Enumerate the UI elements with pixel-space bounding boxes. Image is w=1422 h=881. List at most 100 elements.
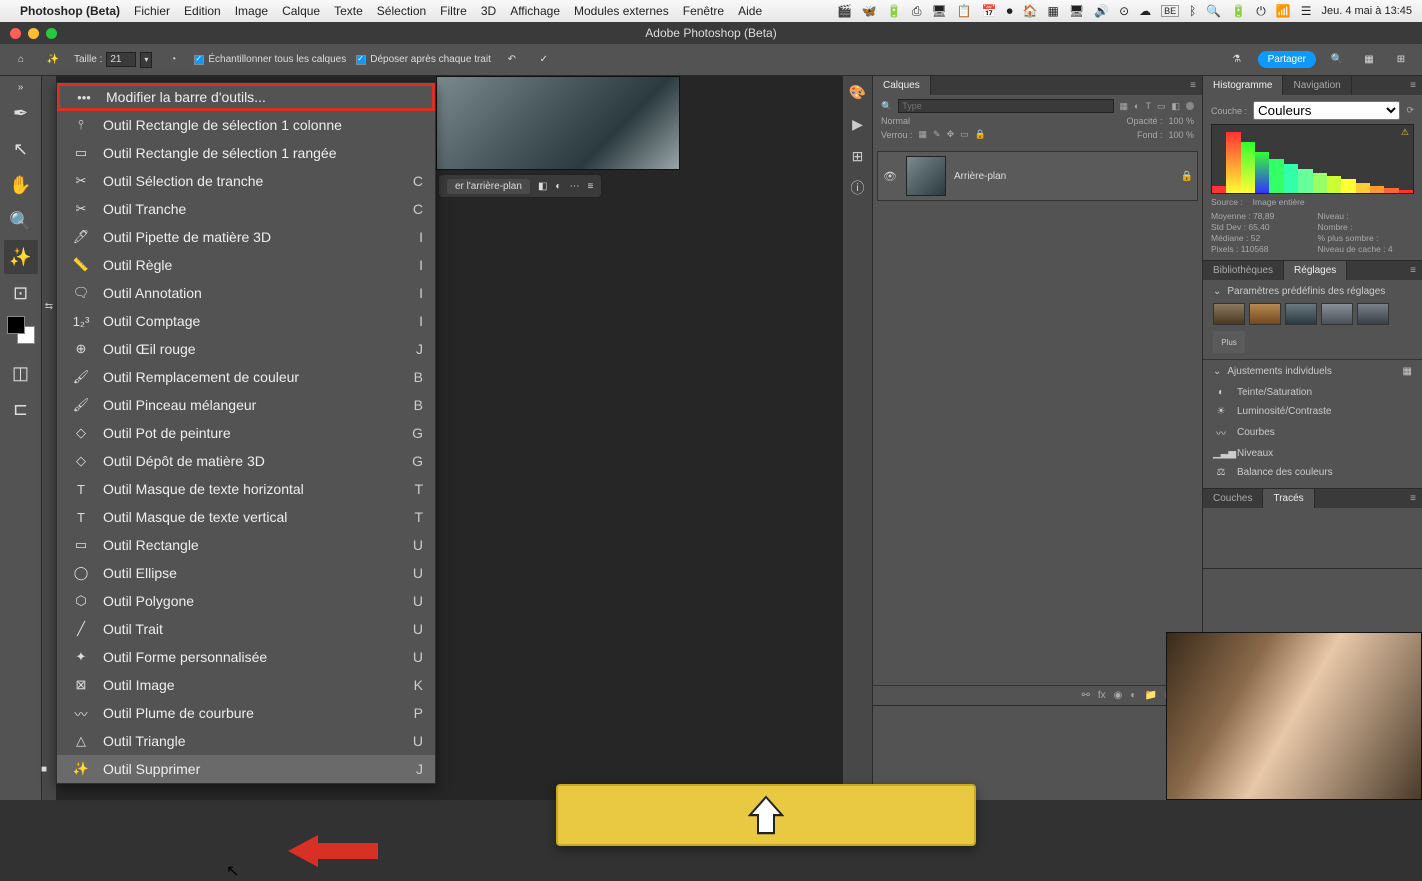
bluetooth-icon[interactable]: ᛒ <box>1189 4 1196 18</box>
tool-menu-item[interactable]: 1₂³Outil ComptageI <box>57 307 435 335</box>
toggle-icon[interactable]: ⏻ <box>1256 4 1266 19</box>
status-icon[interactable]: ⎙ <box>912 4 922 19</box>
zoom-tool[interactable]: 🔍 <box>4 204 38 238</box>
layer-thumbnail[interactable] <box>906 156 946 196</box>
keyboard-flag[interactable]: BE <box>1161 5 1179 17</box>
tool-menu-item[interactable]: ✦Outil Forme personnaliséeU <box>57 643 435 671</box>
fx-icon[interactable]: fx <box>1098 690 1106 701</box>
collapse-icon[interactable]: » <box>4 80 38 94</box>
layer-lock-icon[interactable]: 🔒 <box>1181 171 1193 182</box>
adjustment-item[interactable]: ▁▃▅Niveaux <box>1213 444 1412 463</box>
filter-toggle[interactable] <box>1186 102 1194 110</box>
warning-icon[interactable]: ⚠ <box>1401 127 1409 138</box>
color-swatches[interactable] <box>7 316 35 344</box>
search-icon[interactable]: 🔍 <box>881 101 892 112</box>
panel-menu-icon[interactable]: ≡ <box>1184 76 1202 95</box>
couches-tab[interactable]: Couches <box>1203 489 1263 508</box>
layer-name[interactable]: Arrière-plan <box>954 171 1181 182</box>
status-icon[interactable]: 🎬 <box>837 4 852 18</box>
menu-edition[interactable]: Edition <box>184 4 221 18</box>
wifi-icon[interactable]: 📶 <box>1276 4 1291 18</box>
filter-type-icon[interactable]: T <box>1145 101 1151 111</box>
tool-menu-item[interactable]: TOutil Masque de texte verticalT <box>57 503 435 531</box>
size-dropdown[interactable]: ▾ <box>140 52 152 68</box>
reglages-tab[interactable]: Réglages <box>1284 261 1347 280</box>
adjustment-item[interactable]: ⚖Balance des couleurs <box>1213 463 1412 482</box>
adjustment-item[interactable]: ◐Teinte/Saturation <box>1213 383 1412 402</box>
mask-icon[interactable]: ◉ <box>1114 690 1123 701</box>
tool-menu-item[interactable]: 🖌Outil Pinceau mélangeurB <box>57 391 435 419</box>
maximize-window-button[interactable] <box>46 28 57 39</box>
lock-icon[interactable]: ✥ <box>947 129 955 140</box>
commit-icon[interactable]: ✓ <box>533 49 555 71</box>
blend-mode-select[interactable]: Normal <box>881 116 1120 126</box>
canvas[interactable] <box>436 76 680 170</box>
move-tool[interactable]: ↖ <box>4 132 38 166</box>
deposit-checkbox[interactable] <box>356 55 366 65</box>
presets-header[interactable]: ⌄Paramètres prédéfinis des réglages <box>1213 286 1412 297</box>
adj-preset[interactable] <box>1321 303 1353 325</box>
opacity-value[interactable]: 100 % <box>1168 116 1194 126</box>
menu-affichage[interactable]: Affichage <box>510 4 560 18</box>
tool-menu-item[interactable]: ⬡Outil PolygoneU <box>57 587 435 615</box>
status-icon[interactable]: 🖥 <box>931 4 946 18</box>
search-icon[interactable]: 🔍 <box>1326 49 1348 71</box>
tool-menu-item[interactable]: ◯Outil EllipseU <box>57 559 435 587</box>
beaker-icon[interactable]: ⚗ <box>1226 49 1248 71</box>
panel-menu-icon[interactable]: ≡ <box>1404 489 1422 508</box>
filter-smart-icon[interactable]: ◧ <box>1171 101 1180 112</box>
status-icon[interactable]: 🔋 <box>887 4 902 18</box>
adj-layer-icon[interactable]: ◐ <box>1130 690 1136 701</box>
menu-calque[interactable]: Calque <box>282 4 320 18</box>
adj-preset[interactable] <box>1249 303 1281 325</box>
clock[interactable]: Jeu. 4 mai à 13:45 <box>1321 5 1412 17</box>
link-layers-icon[interactable]: ⚯ <box>1082 690 1090 701</box>
filter-shape-icon[interactable]: ▭ <box>1157 101 1166 112</box>
tool-menu-item[interactable]: ◇Outil Pot de peintureG <box>57 419 435 447</box>
swap-colors-icon[interactable]: ⇆ <box>45 301 53 312</box>
libraries-tab[interactable]: Bibliothèques <box>1203 261 1284 280</box>
remove-tool[interactable]: ✨ <box>4 240 38 274</box>
arrange-icon[interactable]: ⊞ <box>1390 49 1412 71</box>
layers-tab[interactable]: Calques <box>873 76 931 95</box>
adj-preset[interactable] <box>1285 303 1317 325</box>
strip-icon[interactable]: ⊞ <box>848 146 868 166</box>
brush-preset-icon[interactable]: ◔ <box>162 49 184 71</box>
hand-tool[interactable]: ✋ <box>4 168 38 202</box>
tool-menu-item[interactable]: •••Modifier la barre d'outils... <box>57 83 435 111</box>
tool-menu-item[interactable]: ▭Outil Rectangle de sélection 1 rangée <box>57 139 435 167</box>
home-button[interactable]: ⌂ <box>10 49 32 71</box>
pen-tool[interactable]: ✒ <box>4 96 38 130</box>
status-icon[interactable]: ▦ <box>1048 4 1059 18</box>
status-icon[interactable]: ⊙ <box>1119 4 1129 18</box>
ctx-icon[interactable]: ◧ <box>538 181 547 192</box>
tool-menu-item[interactable]: ■✨Outil SupprimerJ <box>57 755 435 783</box>
adjustment-item[interactable]: ☀Luminosité/Contraste <box>1213 402 1412 421</box>
tool-icon[interactable]: ✨ <box>42 49 64 71</box>
menu-fichier[interactable]: Fichier <box>134 4 170 18</box>
status-icon[interactable]: 📋 <box>957 4 972 18</box>
sample-all-checkbox[interactable] <box>194 55 204 65</box>
ctx-settings-icon[interactable]: ≡ <box>587 181 593 192</box>
lock-icon[interactable]: ▦ <box>919 129 928 140</box>
brush-size-input[interactable] <box>106 52 136 67</box>
workspace-icon[interactable]: ▦ <box>1358 49 1380 71</box>
tool-menu-item[interactable]: 〰Outil Plume de courbureP <box>57 699 435 727</box>
tool-menu-item[interactable]: ⊕Outil Œil rougeJ <box>57 335 435 363</box>
menu-aide[interactable]: Aide <box>738 4 762 18</box>
adj-preset[interactable] <box>1357 303 1389 325</box>
group-icon[interactable]: 📁 <box>1144 690 1156 701</box>
adjustment-item[interactable]: 〰Courbes <box>1213 421 1412 444</box>
undo-icon[interactable]: ↶ <box>501 49 523 71</box>
crop-tool[interactable]: ⊡ <box>4 276 38 310</box>
layer-filter-input[interactable] <box>898 99 1113 113</box>
strip-icon[interactable]: 🎨 <box>848 82 868 102</box>
fill-value[interactable]: 100 % <box>1168 130 1194 140</box>
menu-fenetre[interactable]: Fenêtre <box>683 4 724 18</box>
menu-selection[interactable]: Sélection <box>377 4 426 18</box>
tool-menu-item[interactable]: ╱Outil TraitU <box>57 615 435 643</box>
layer-visibility-icon[interactable]: 👁 <box>882 170 898 183</box>
tool-menu-item[interactable]: ⊠Outil ImageK <box>57 671 435 699</box>
lock-icon[interactable]: ✎ <box>933 129 941 140</box>
document-area[interactable]: er l'arrière-plan ◧ ◐ ⋯ ≡ •••Modifier la… <box>56 76 842 800</box>
